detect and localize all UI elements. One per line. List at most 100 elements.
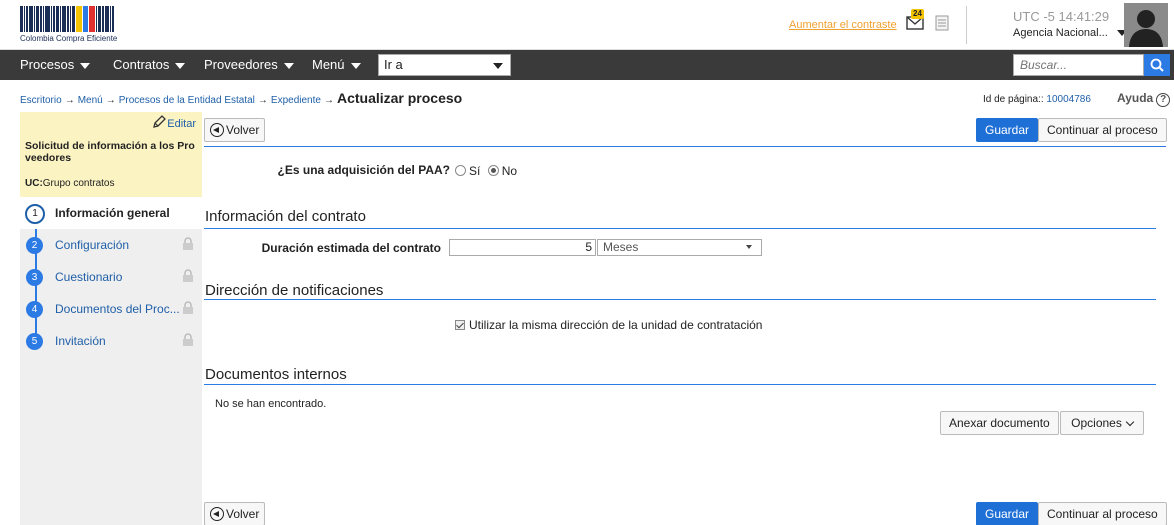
step-label: Documentos del Proc... (55, 302, 180, 316)
goto-select[interactable]: Ir a (378, 54, 511, 76)
breadcrumb-escritorio[interactable]: Escritorio (20, 95, 62, 106)
caret-down-icon (350, 62, 361, 69)
duration-unit-select[interactable]: Meses (597, 239, 762, 256)
header-divider (966, 6, 967, 44)
step-configuracion[interactable]: 2 Configuración (20, 229, 202, 261)
nav-proveedores[interactable]: Proveedores (204, 50, 294, 80)
step-documentos[interactable]: 4 Documentos del Proc... (20, 293, 202, 325)
timezone-label: UTC -5 (1013, 9, 1055, 24)
same-address-checkbox[interactable] (455, 320, 465, 330)
step-number: 4 (26, 301, 43, 318)
uc-value: Grupo contratos (42, 178, 115, 189)
process-summary: Editar Solicitud de información a los Pr… (20, 112, 202, 197)
lock-icon (183, 301, 193, 314)
step-number: 1 (25, 204, 45, 224)
caret-down-icon (493, 63, 503, 69)
paa-no-label: No (501, 164, 518, 178)
step-cuestionario[interactable]: 3 Cuestionario (20, 261, 202, 293)
continue-button-bottom[interactable]: Continuar al proceso (1038, 502, 1167, 525)
agency-selector[interactable]: Agencia Nacional... (1013, 27, 1127, 39)
contract-info-title: Información del contrato (205, 208, 366, 225)
main-navbar: Procesos Contratos Proveedores Menú Ir a (0, 50, 1174, 80)
document-icon[interactable] (935, 15, 949, 31)
page-id-label: Id de página:: (983, 94, 1044, 105)
clock-time: 14:41:29 (1058, 9, 1110, 24)
paa-yes-radio[interactable] (455, 165, 466, 176)
section-divider (204, 384, 1156, 385)
breadcrumb: Escritorio → Menú → Procesos de la Entidad E… (20, 90, 462, 106)
duration-input[interactable]: 5 (449, 239, 596, 256)
chevron-down-icon (1125, 417, 1135, 427)
save-button-top[interactable]: Guardar (976, 118, 1039, 142)
options-label: Opciones (1071, 416, 1122, 430)
options-button[interactable]: Opciones (1060, 411, 1144, 435)
edit-label: Editar (167, 118, 196, 130)
page-id: Id de página:: 10004786 (983, 94, 1091, 105)
mail-count-badge: 24 (911, 9, 924, 19)
edit-link[interactable]: Editar (152, 115, 196, 130)
step-label: Información general (55, 206, 170, 220)
back-button-bottom[interactable]: Volver (204, 502, 266, 525)
back-button-top[interactable]: Volver (204, 118, 266, 142)
lock-icon (183, 333, 193, 346)
nav-label: Menú (312, 57, 345, 72)
save-button-bottom[interactable]: Guardar (976, 502, 1039, 525)
logo-text: Colombia Compra Eficiente (20, 34, 118, 43)
help-link[interactable]: Ayuda? (1117, 91, 1171, 107)
search-button[interactable] (1144, 54, 1170, 76)
section-divider (204, 146, 1166, 147)
page-id-value: 10004786 (1046, 94, 1091, 105)
sidebar: Editar Solicitud de información a los Pr… (20, 112, 202, 525)
nav-menu[interactable]: Menú (312, 50, 361, 80)
search-input[interactable] (1013, 54, 1144, 76)
agency-name: Agencia Nacional... (1013, 27, 1108, 39)
paa-no-radio[interactable] (487, 165, 499, 176)
back-arrow-icon (210, 123, 224, 137)
logo-barcode (20, 6, 132, 32)
nav-procesos[interactable]: Procesos (20, 50, 91, 80)
continue-button-top[interactable]: Continuar al proceso (1038, 118, 1167, 142)
avatar[interactable] (1124, 3, 1168, 47)
section-divider (204, 299, 1156, 300)
page-title: Actualizar proceso (336, 90, 463, 106)
back-arrow-icon (210, 507, 224, 521)
paa-yes-label: Sí (469, 164, 481, 178)
duration-unit-value: Meses (603, 240, 639, 254)
docs-empty-message: No se han encontrado. (215, 398, 327, 410)
step-number: 3 (26, 269, 43, 286)
internal-docs-title: Documentos internos (205, 366, 347, 383)
arrow-right-icon: → (105, 95, 116, 106)
dropdown-arrow-icon (746, 245, 752, 249)
paa-radio-group: Sí No (455, 164, 517, 178)
arrow-right-icon: → (323, 95, 334, 106)
breadcrumb-procesos[interactable]: Procesos de la Entidad Estatal (119, 95, 255, 106)
user-silhouette-icon (1124, 3, 1168, 47)
step-informacion-general[interactable]: 1 Información general (20, 197, 202, 229)
same-address-option: Utilizar la misma dirección de la unidad… (455, 318, 762, 332)
contracting-unit: UC:Grupo contratos (25, 178, 115, 189)
goto-label: Ir a (384, 57, 403, 72)
back-label: Volver (226, 507, 260, 521)
increase-contrast-link[interactable]: Aumentar el contraste (789, 19, 897, 31)
help-label: Ayuda (1117, 91, 1154, 105)
attach-document-button[interactable]: Anexar documento (940, 411, 1059, 435)
breadcrumb-expediente[interactable]: Expediente (271, 95, 321, 106)
clock: UTC -5 14:41:29 (1013, 9, 1109, 24)
step-number: 2 (26, 237, 43, 254)
nav-label: Contratos (113, 57, 170, 72)
top-bar: Colombia Compra Eficiente Aumentar el co… (0, 0, 1174, 50)
section-divider (204, 228, 1156, 229)
step-label: Invitación (55, 334, 106, 348)
step-label: Configuración (55, 238, 130, 252)
notifications-title: Dirección de notificaciones (205, 282, 384, 299)
logo[interactable]: Colombia Compra Eficiente (20, 6, 132, 44)
nav-contratos[interactable]: Contratos (113, 50, 186, 80)
step-invitacion[interactable]: 5 Invitación (20, 325, 202, 357)
process-name: Solicitud de información a los Pro veedo… (25, 140, 195, 164)
same-address-label: Utilizar la misma dirección de la unidad… (469, 318, 763, 332)
caret-down-icon (283, 62, 294, 69)
uc-label: UC: (25, 178, 43, 189)
arrow-right-icon: → (257, 95, 268, 106)
breadcrumb-menu[interactable]: Menú (78, 95, 103, 106)
search-icon (1150, 58, 1164, 72)
